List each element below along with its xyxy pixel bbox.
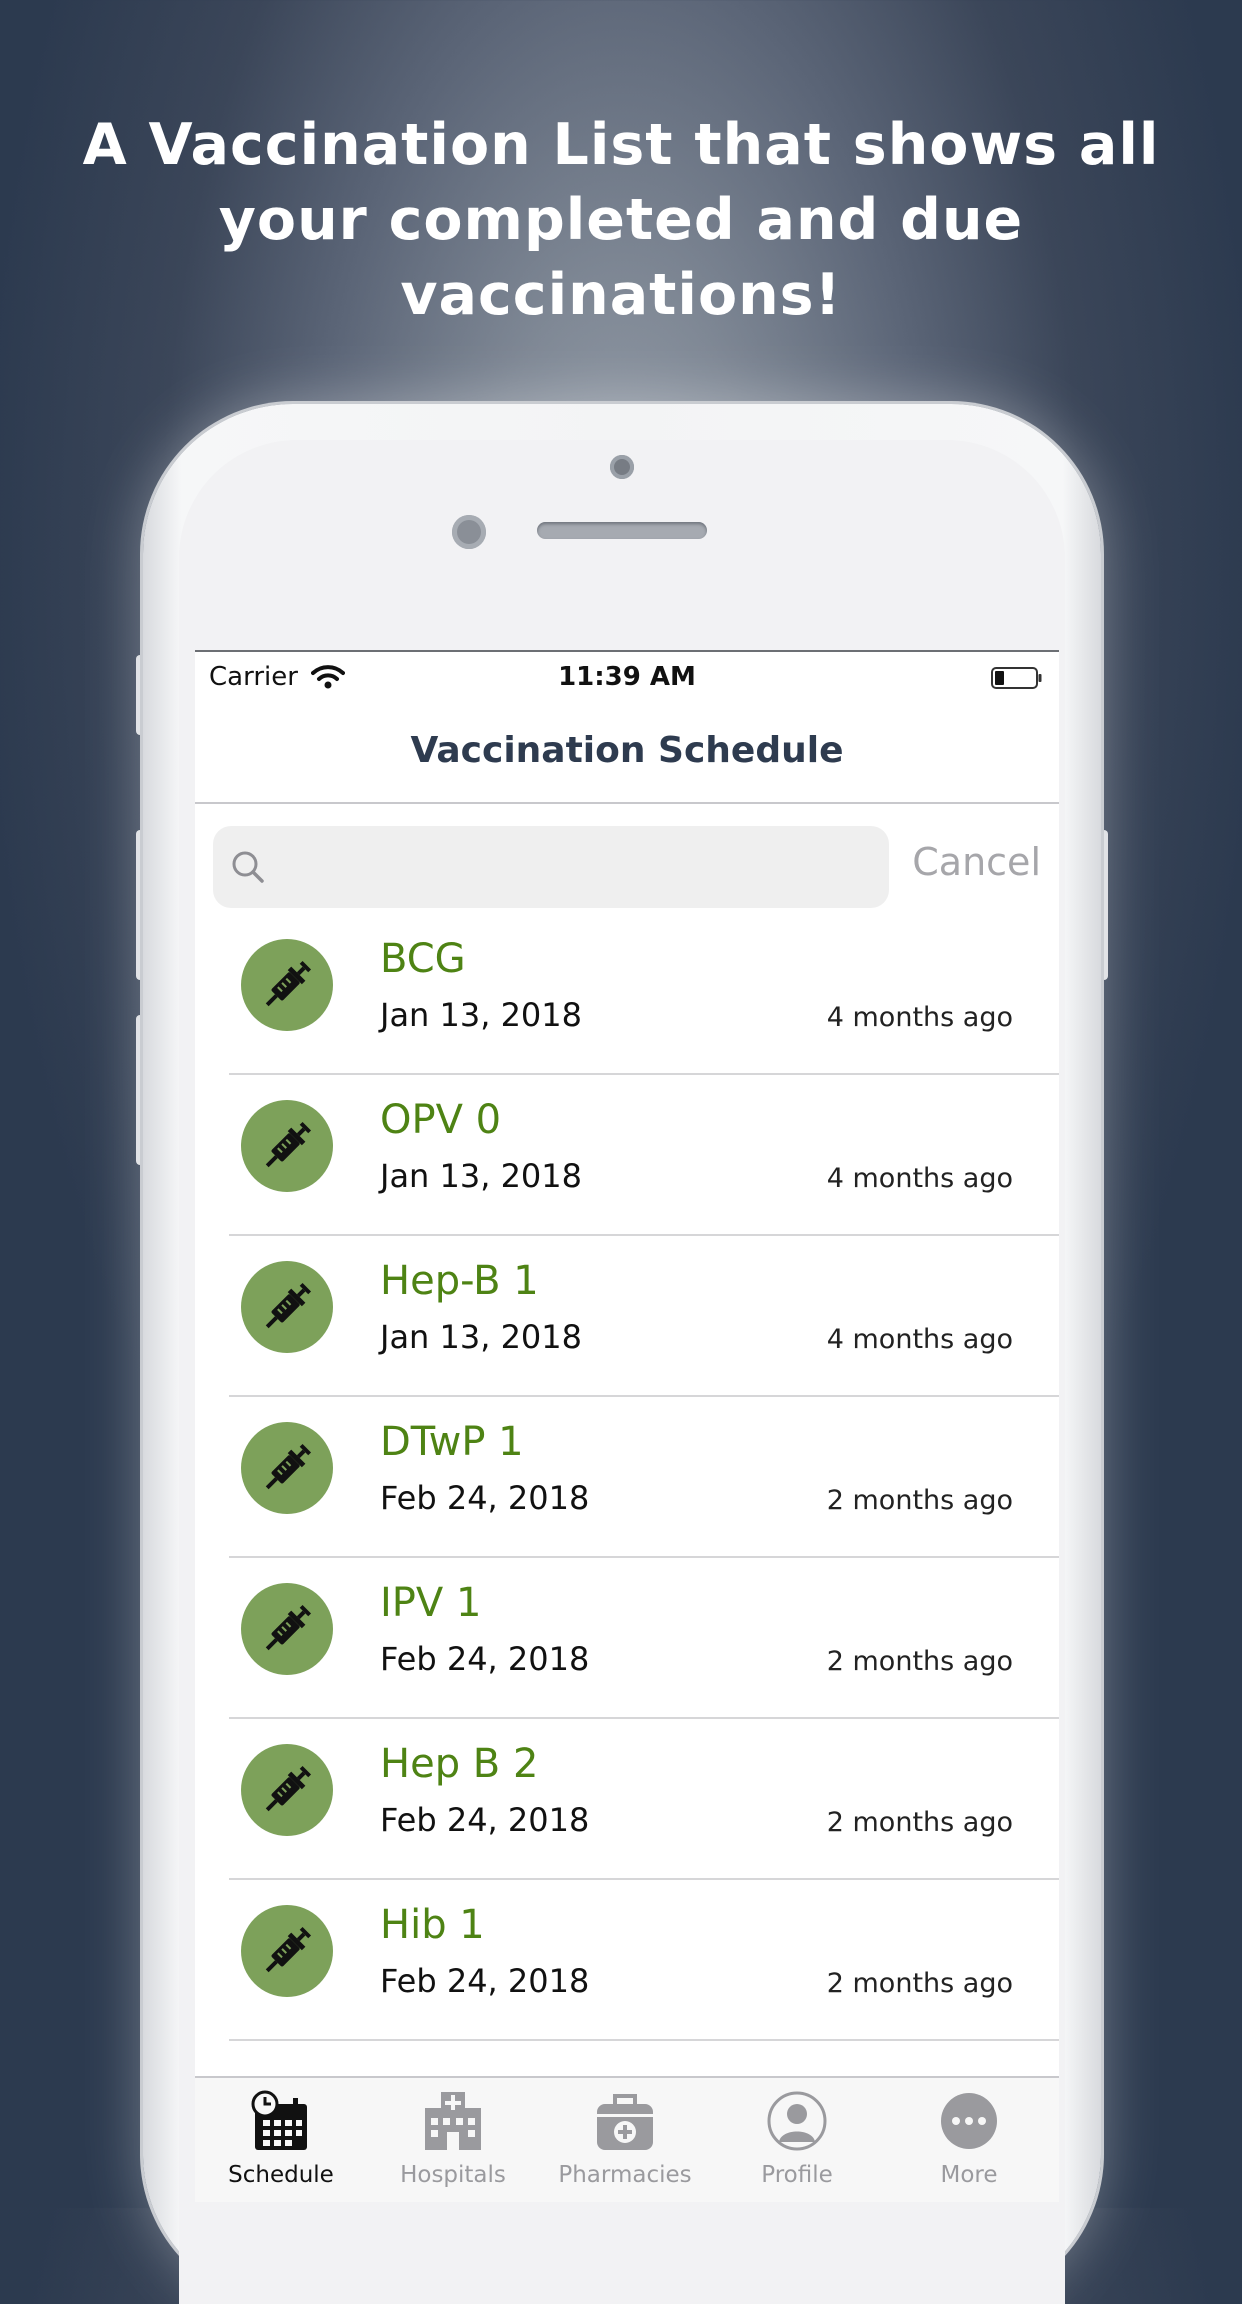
more-icon [941, 2093, 997, 2149]
syringe-icon [241, 1744, 333, 1836]
vaccine-name: Hep-B 1 [380, 1258, 539, 1304]
search-row: Cancel [195, 804, 1059, 914]
medical-bag-icon [597, 2094, 653, 2150]
vaccine-date: Jan 13, 2018 [380, 1157, 582, 1195]
earpiece-speaker [537, 522, 707, 539]
person-icon [767, 2091, 827, 2151]
row-divider [229, 2039, 1059, 2041]
tab-more[interactable]: More [883, 2078, 1055, 2202]
vaccine-date: Feb 24, 2018 [380, 1962, 590, 2000]
search-input[interactable] [213, 826, 889, 908]
tab-bar: Schedule Hospitals Pharmacies Profile Mo… [195, 2076, 1059, 2202]
tab-schedule[interactable]: Schedule [195, 2078, 367, 2202]
tab-label: More [940, 2162, 998, 2188]
headline-line-2: your completed and due [218, 187, 1024, 253]
vaccine-relative-time: 4 months ago [826, 1324, 1013, 1355]
cancel-button[interactable]: Cancel [912, 840, 1041, 884]
vaccine-row[interactable]: BCG Jan 13, 2018 4 months ago [195, 914, 1059, 1075]
vaccine-name: Hep B 2 [380, 1741, 539, 1787]
vaccine-name: BCG [380, 936, 466, 982]
front-camera [610, 455, 634, 479]
vaccine-relative-time: 2 months ago [826, 1968, 1013, 1999]
vaccination-list: BCG Jan 13, 2018 4 months ago OPV 0 Jan … [195, 914, 1059, 2041]
syringe-icon [241, 1261, 333, 1353]
vaccine-row[interactable]: Hep B 2 Feb 24, 2018 2 months ago [195, 1719, 1059, 1880]
vaccine-date: Jan 13, 2018 [380, 996, 582, 1034]
syringe-icon [241, 1100, 333, 1192]
tab-label: Profile [761, 2162, 833, 2188]
vaccine-row[interactable]: OPV 0 Jan 13, 2018 4 months ago [195, 1075, 1059, 1236]
vaccine-row[interactable]: Hib 1 Feb 24, 2018 2 months ago [195, 1880, 1059, 2041]
status-bar: Carrier 11:39 AM [195, 652, 1059, 702]
hospital-icon [425, 2092, 481, 2150]
app-screen: Carrier 11:39 AM Vaccination Schedule Ca… [195, 650, 1059, 2202]
navigation-bar: Vaccination Schedule [195, 702, 1059, 804]
headline-line-3: vaccinations! [400, 262, 842, 328]
vaccine-relative-time: 2 months ago [826, 1807, 1013, 1838]
vaccine-date: Feb 24, 2018 [380, 1479, 590, 1517]
page-title: Vaccination Schedule [410, 730, 844, 771]
vaccine-name: Hib 1 [380, 1902, 485, 1948]
search-icon [229, 848, 269, 888]
tab-label: Schedule [228, 2162, 334, 2188]
syringe-icon [241, 1583, 333, 1675]
tab-profile[interactable]: Profile [711, 2078, 883, 2202]
vaccine-name: OPV 0 [380, 1097, 502, 1143]
vaccine-date: Feb 24, 2018 [380, 1801, 590, 1839]
vaccine-name: DTwP 1 [380, 1419, 524, 1465]
vaccine-relative-time: 2 months ago [826, 1646, 1013, 1677]
syringe-icon [241, 1905, 333, 1997]
status-time: 11:39 AM [558, 662, 696, 692]
headline: A Vaccination List that shows all your c… [60, 108, 1182, 333]
vaccine-row[interactable]: IPV 1 Feb 24, 2018 2 months ago [195, 1558, 1059, 1719]
vaccine-date: Feb 24, 2018 [380, 1640, 590, 1678]
tab-pharmacies[interactable]: Pharmacies [539, 2078, 711, 2202]
tab-label: Pharmacies [558, 2162, 692, 2188]
vaccine-date: Jan 13, 2018 [380, 1318, 582, 1356]
vaccine-relative-time: 4 months ago [826, 1163, 1013, 1194]
syringe-icon [241, 939, 333, 1031]
proximity-sensor [452, 515, 486, 549]
vaccine-row[interactable]: Hep-B 1 Jan 13, 2018 4 months ago [195, 1236, 1059, 1397]
syringe-icon [241, 1422, 333, 1514]
vaccine-relative-time: 2 months ago [826, 1485, 1013, 1516]
tab-label: Hospitals [400, 2162, 506, 2188]
calendar-clock-icon [251, 2090, 307, 2150]
vaccine-row[interactable]: DTwP 1 Feb 24, 2018 2 months ago [195, 1397, 1059, 1558]
tab-hospitals[interactable]: Hospitals [367, 2078, 539, 2202]
headline-line-1: A Vaccination List that shows all [82, 112, 1160, 178]
vaccine-relative-time: 4 months ago [826, 1002, 1013, 1033]
battery-icon [991, 666, 1043, 689]
vaccine-name: IPV 1 [380, 1580, 482, 1626]
